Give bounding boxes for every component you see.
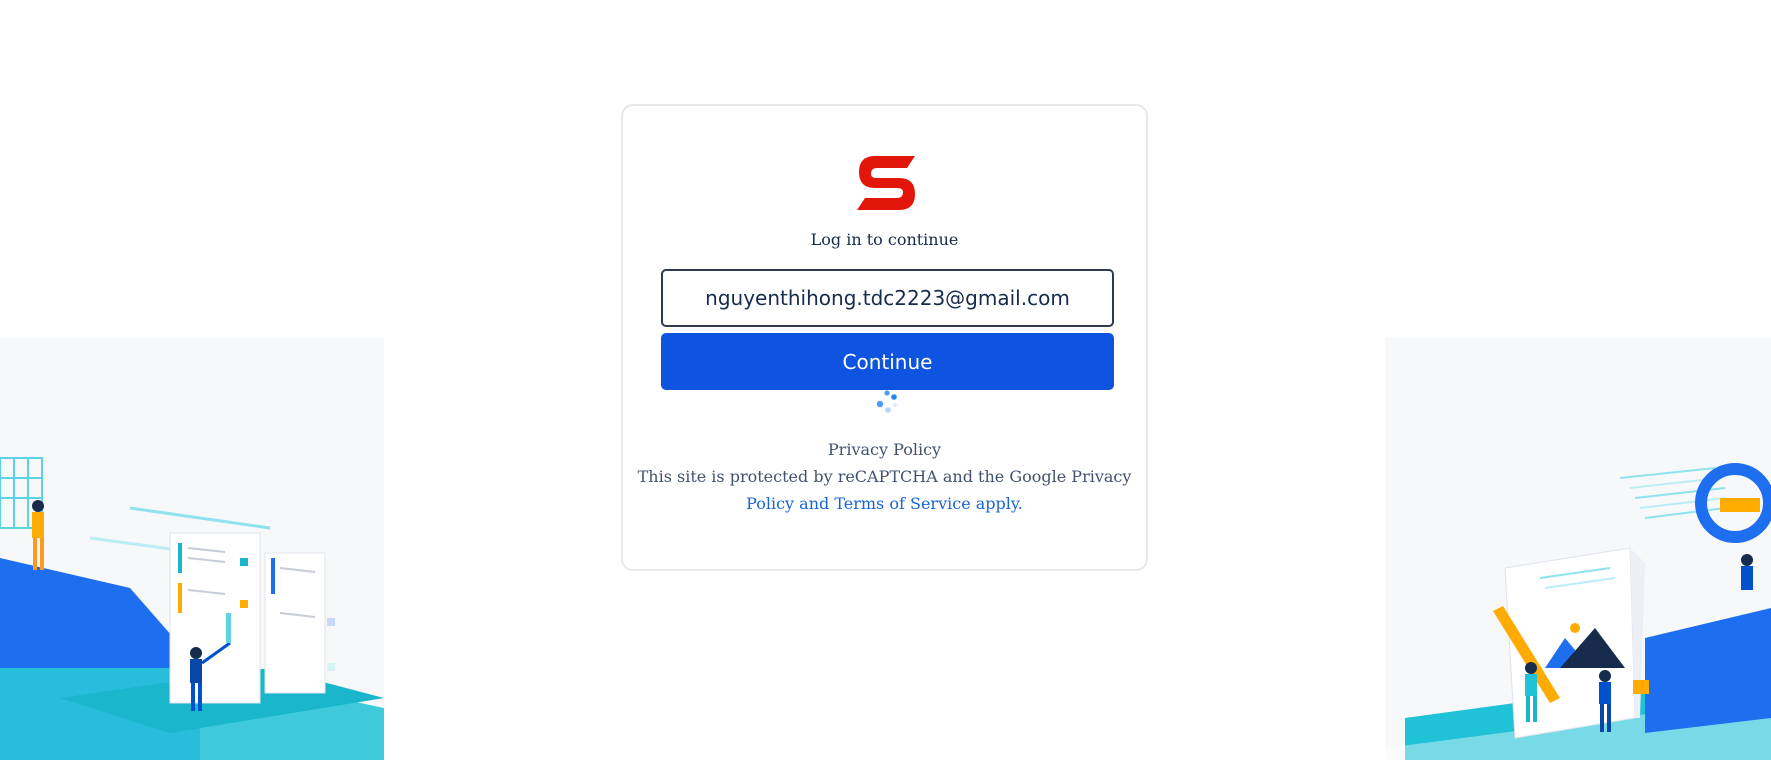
- email-field[interactable]: [661, 269, 1114, 327]
- login-subtitle: Log in to continue: [810, 230, 959, 249]
- login-card: Log in to continue Continue Privacy Poli…: [621, 104, 1148, 571]
- team-illustration-right: [1385, 338, 1771, 760]
- privacy-policy-text: Privacy Policy: [827, 440, 942, 459]
- login-page: Log in to continue Continue Privacy Poli…: [0, 0, 1771, 760]
- loading-spinner-icon: [876, 390, 897, 413]
- continue-button[interactable]: Continue: [661, 333, 1114, 390]
- team-illustration-left: [0, 338, 384, 760]
- terms-link[interactable]: Policy and Terms of Service apply.: [746, 494, 1023, 513]
- brand-logo-icon: [857, 156, 915, 210]
- recaptcha-notice: This site is protected by reCAPTCHA and …: [637, 467, 1132, 486]
- legal-footer: Privacy Policy This site is protected by…: [623, 436, 1146, 517]
